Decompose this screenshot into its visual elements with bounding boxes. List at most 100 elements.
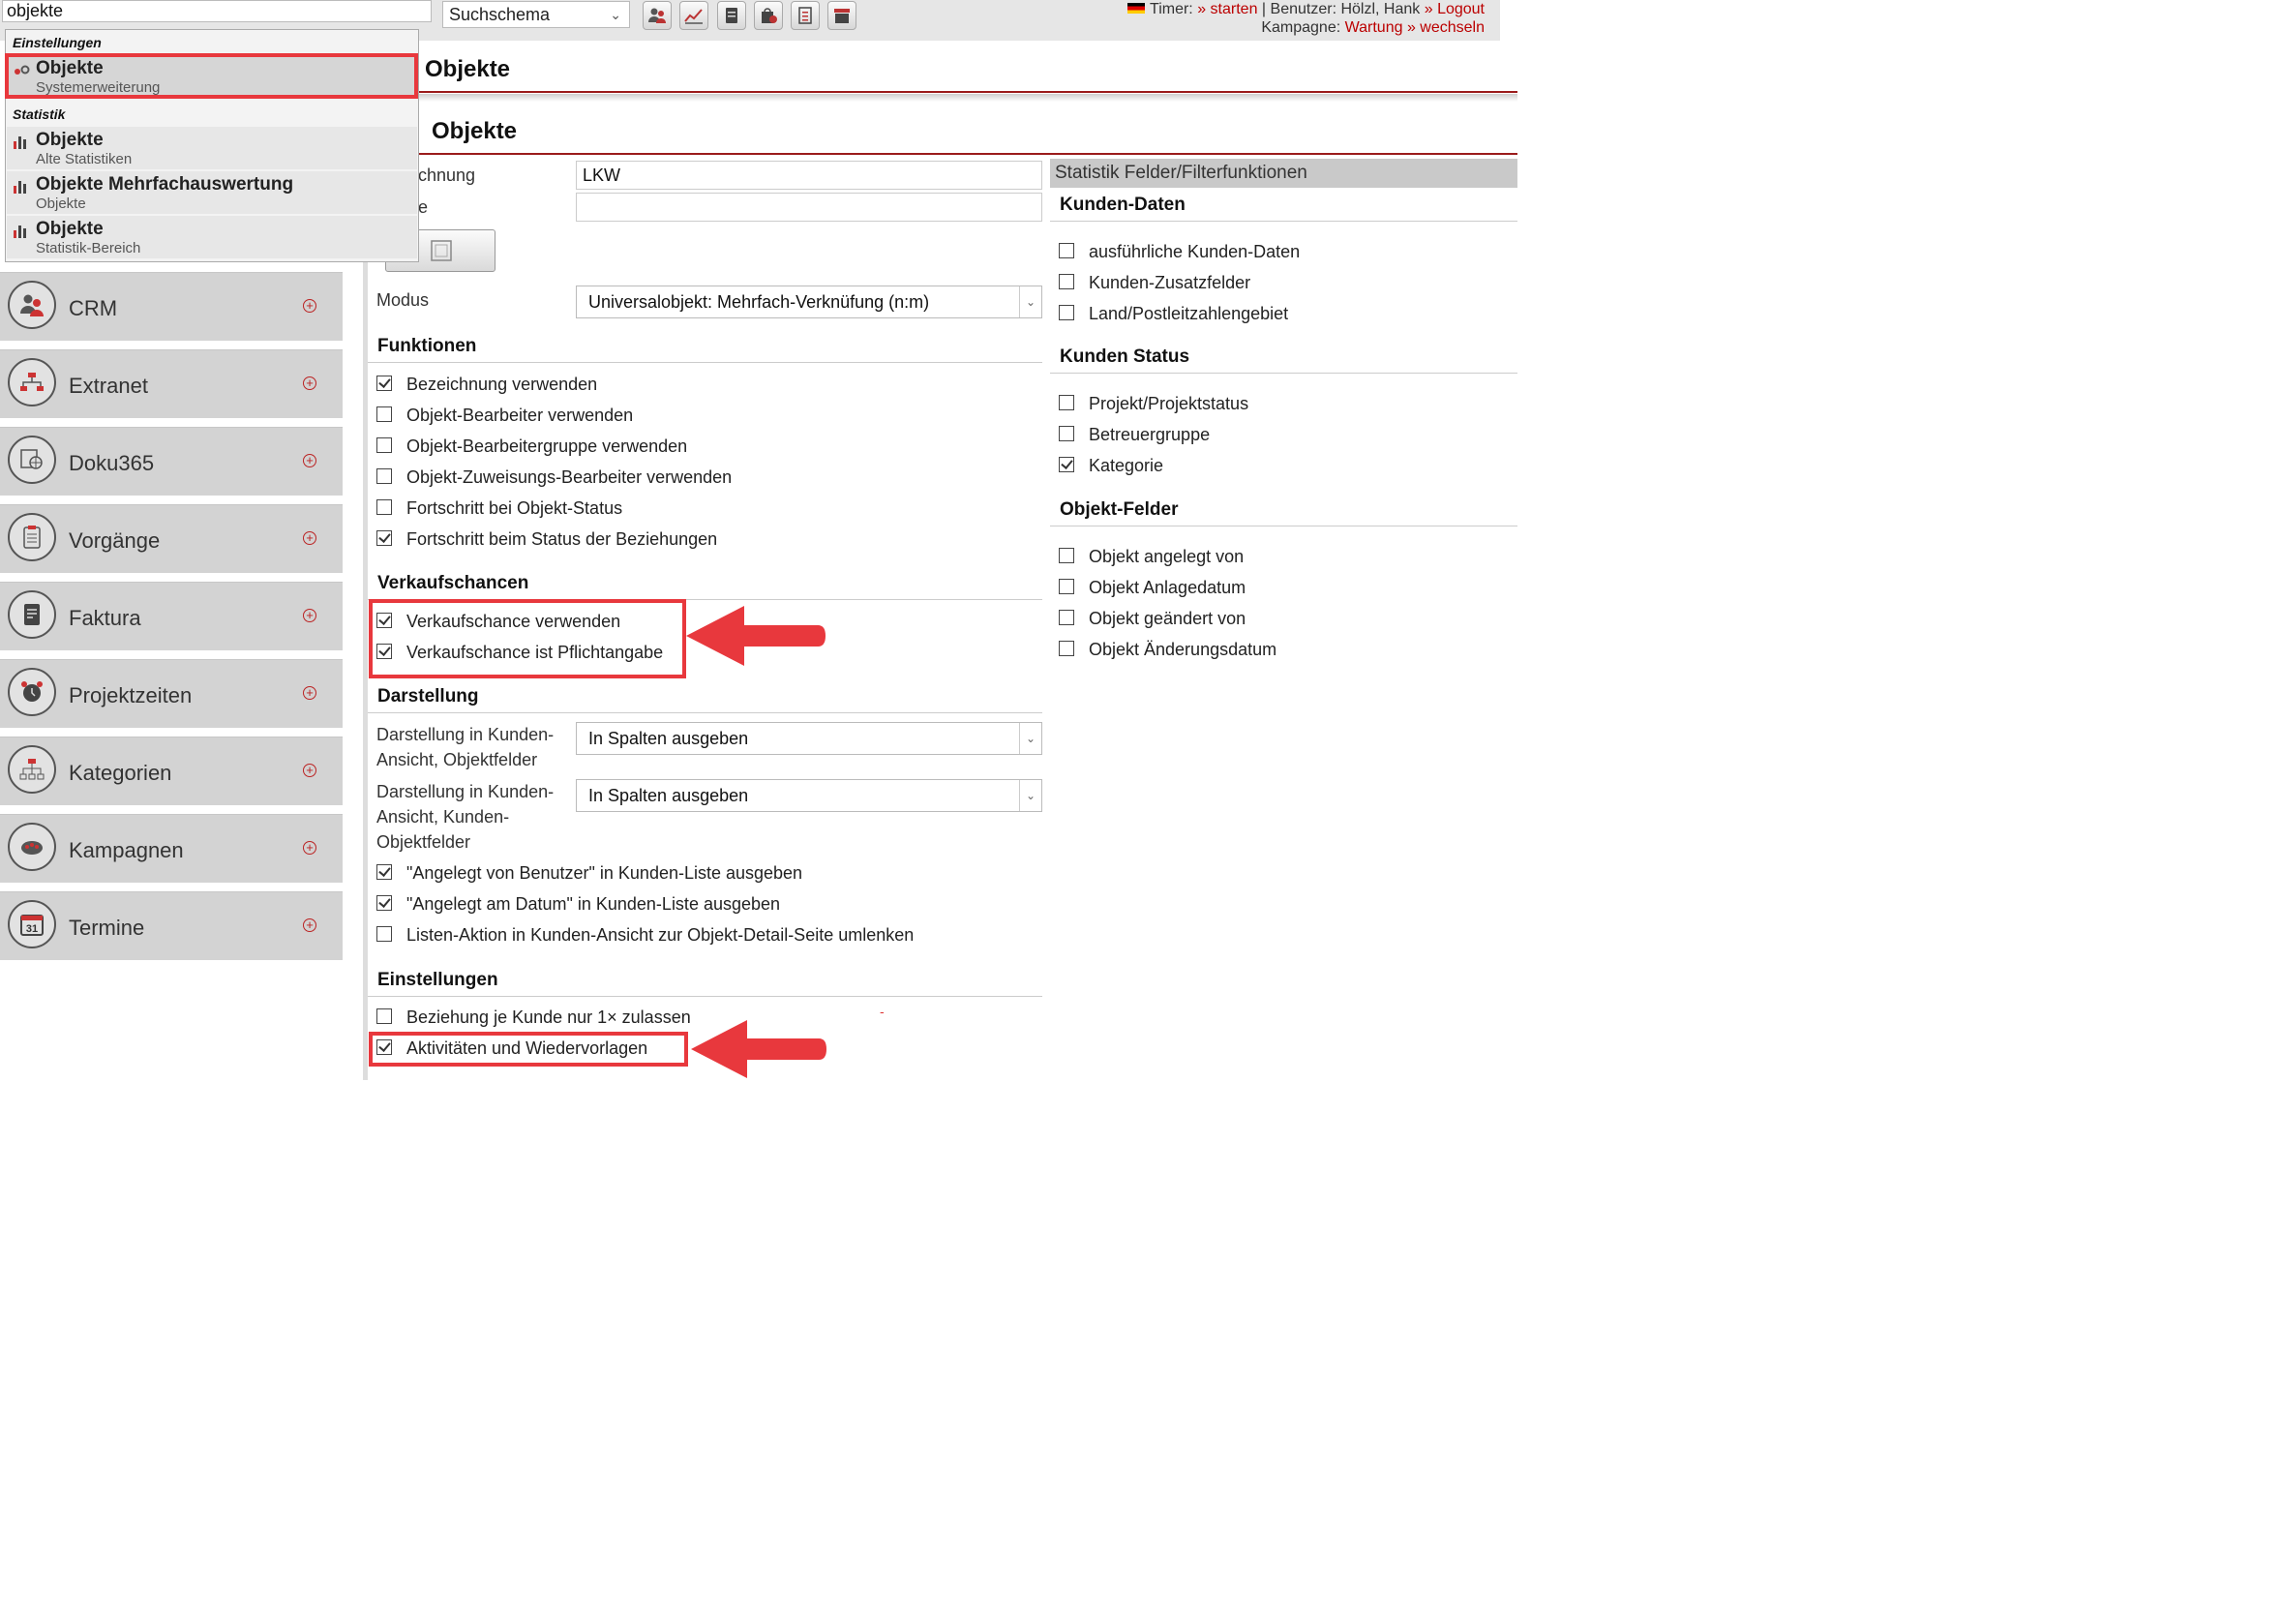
- network-icon: [20, 373, 44, 391]
- checkbox-label: Objekt geändert von: [1089, 609, 1246, 628]
- campaign-link[interactable]: Wartung: [1345, 19, 1403, 36]
- sidebar-item-label: Projektzeiten: [69, 683, 193, 707]
- alarm-clock-icon: [21, 681, 43, 702]
- search-schema-select[interactable]: Suchschema ⌄: [442, 1, 630, 28]
- dropdown-item-alte-statistiken[interactable]: Objekte Alte Statistiken: [7, 127, 417, 169]
- group-rule: [368, 712, 1042, 713]
- checkbox-kunden-zusatzfelder[interactable]: [1059, 274, 1074, 289]
- checkbox-angelegt-von[interactable]: [376, 864, 392, 880]
- modus-value: Universalobjekt: Mehrfach-Verknüfung (n:…: [588, 292, 930, 312]
- group-rule: [368, 362, 1042, 363]
- checkbox-objekt-aenderungsdatum[interactable]: [1059, 641, 1074, 656]
- chart-button[interactable]: [679, 1, 708, 30]
- crm-contacts-button[interactable]: [643, 1, 672, 30]
- bezeichnung-input[interactable]: [576, 161, 1042, 190]
- checkbox-label: Objekt Änderungsdatum: [1089, 640, 1277, 659]
- checkbox-beziehung-einmal[interactable]: [376, 1008, 392, 1024]
- checkbox-label: "Angelegt von Benutzer" in Kunden-Liste …: [406, 863, 803, 883]
- select-value: In Spalten ausgeben: [588, 729, 749, 748]
- document-list-button[interactable]: [791, 1, 820, 30]
- checkbox-kunden-daten[interactable]: [1059, 243, 1074, 258]
- bar-chart-icon: [14, 136, 26, 149]
- chevron-down-icon: ⌄: [1019, 286, 1041, 317]
- calendar-icon: 31: [20, 915, 44, 936]
- user-label: | Benutzer: Hölzl, Hank: [1261, 1, 1421, 17]
- stray-mark: -: [880, 1004, 885, 1019]
- checkbox-objekt-bearbeiter[interactable]: [376, 406, 392, 422]
- checkbox-betreuergruppe[interactable]: [1059, 426, 1074, 441]
- checkbox-fortschritt-beziehungen[interactable]: [376, 530, 392, 546]
- group-kunden-status: Kunden Status: [1060, 346, 1190, 367]
- label-line: Darstellung in Kunden-: [376, 725, 555, 744]
- checkbox-fortschritt-status[interactable]: [376, 499, 392, 515]
- checkbox-zuweisungs-bearbeiter[interactable]: [376, 468, 392, 484]
- checkbox-objekt-angelegt-von[interactable]: [1059, 548, 1074, 563]
- expand-plus-icon[interactable]: +: [303, 686, 316, 700]
- sidebar-item-termine[interactable]: 31 Termine +: [0, 891, 343, 960]
- crm-contacts-icon: [648, 8, 666, 23]
- expand-plus-icon[interactable]: +: [303, 609, 316, 622]
- checkbox-label: Betreuergruppe: [1089, 425, 1211, 444]
- label-line: Objektfelder: [376, 832, 471, 852]
- dropdown-item-title: Objekte Mehrfachauswertung: [36, 174, 294, 195]
- sidebar-item-faktura[interactable]: Faktura +: [0, 582, 343, 650]
- invoice-button[interactable]: [717, 1, 746, 30]
- hierarchy-icon: [19, 759, 45, 780]
- checkbox-bezeichnung[interactable]: [376, 376, 392, 391]
- checkbox-label: Kategorie: [1089, 456, 1164, 475]
- checkbox-label: Beziehung je Kunde nur 1× zulassen: [406, 1007, 691, 1027]
- expand-plus-icon[interactable]: +: [303, 841, 316, 855]
- sidebar-item-doku365[interactable]: Doku365 +: [0, 427, 343, 496]
- checkbox-label: Bezeichnung verwenden: [406, 375, 598, 394]
- archive-button[interactable]: [827, 1, 856, 30]
- dropdown-item-sub: Objekte: [36, 195, 86, 212]
- checkbox-bearbeitergruppe[interactable]: [376, 437, 392, 453]
- checkbox-label: Objekt-Bearbeiter verwenden: [406, 406, 634, 425]
- users-icon: [20, 294, 44, 316]
- darstellung-2-select[interactable]: In Spalten ausgeben ⌄: [576, 779, 1042, 812]
- chevron-down-icon: ⌄: [1019, 723, 1041, 754]
- sidebar-item-vorgaenge[interactable]: Vorgänge +: [0, 504, 343, 573]
- timer-label: Timer:: [1150, 1, 1193, 17]
- campaign-change-link[interactable]: » wechseln: [1407, 19, 1485, 36]
- checkbox-kategorie[interactable]: [1059, 457, 1074, 472]
- dropdown-item-statistik-bereich[interactable]: Objekte Statistik-Bereich: [7, 216, 417, 258]
- checkbox-listen-aktion[interactable]: [376, 926, 392, 942]
- sidebar-item-kampagnen[interactable]: Kampagnen +: [0, 814, 343, 883]
- search-schema-label: Suchschema: [449, 5, 551, 24]
- sidebar-item-extranet[interactable]: Extranet +: [0, 349, 343, 418]
- checkbox-objekt-geaendert-von[interactable]: [1059, 610, 1074, 625]
- second-field-label: e: [418, 197, 429, 217]
- sidebar-item-crm[interactable]: CRM +: [0, 272, 343, 341]
- sidebar-item-label: Vorgänge: [69, 528, 161, 553]
- darstellung-2-label: Darstellung in Kunden- Ansicht, Kunden- …: [376, 779, 554, 855]
- shopping-bag-button[interactable]: [754, 1, 783, 30]
- expand-plus-icon[interactable]: +: [303, 376, 316, 390]
- checkbox-objekt-anlagedatum[interactable]: [1059, 579, 1074, 594]
- dropdown-item-mehrfachauswertung[interactable]: Objekte Mehrfachauswertung Objekte: [7, 171, 417, 214]
- checkbox-label: Objekt-Bearbeitergruppe verwenden: [406, 436, 688, 456]
- checkbox-plz-gebiet[interactable]: [1059, 305, 1074, 320]
- sidebar-item-projektzeiten[interactable]: Projektzeiten +: [0, 659, 343, 728]
- group-kunden-daten: Kunden-Daten: [1060, 195, 1186, 215]
- timer-start-link[interactable]: » starten: [1197, 1, 1257, 17]
- darstellung-1-label: Darstellung in Kunden- Ansicht, Objektfe…: [376, 722, 554, 772]
- second-field-input[interactable]: [576, 193, 1042, 222]
- sidebar-item-kategorien[interactable]: Kategorien +: [0, 737, 343, 805]
- image-frame-icon: [431, 240, 452, 261]
- checkbox-label: ausführliche Kunden-Daten: [1089, 242, 1301, 261]
- search-input[interactable]: [2, 0, 432, 22]
- expand-plus-icon[interactable]: +: [303, 764, 316, 777]
- expand-plus-icon[interactable]: +: [303, 918, 316, 932]
- expand-plus-icon[interactable]: +: [303, 531, 316, 545]
- logout-link[interactable]: » Logout: [1425, 1, 1485, 17]
- checkbox-projektstatus[interactable]: [1059, 395, 1074, 410]
- chevron-down-icon: ⌄: [1019, 780, 1041, 811]
- modus-label: Modus: [376, 290, 430, 310]
- darstellung-1-select[interactable]: In Spalten ausgeben ⌄: [576, 722, 1042, 755]
- modus-select[interactable]: Universalobjekt: Mehrfach-Verknüfung (n:…: [576, 286, 1042, 318]
- checkbox-label: Objekt angelegt von: [1089, 547, 1245, 566]
- expand-plus-icon[interactable]: +: [303, 454, 316, 467]
- expand-plus-icon[interactable]: +: [303, 299, 316, 313]
- checkbox-angelegt-am[interactable]: [376, 895, 392, 911]
